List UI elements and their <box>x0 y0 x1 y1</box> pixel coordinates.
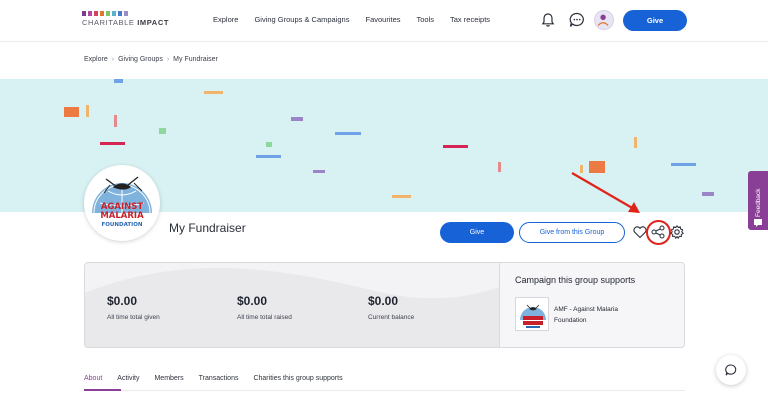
logo-text-malaria: MALARIA <box>100 211 144 221</box>
page-title: My Fundraiser <box>169 221 246 235</box>
banner-confetti <box>114 115 117 127</box>
tabs-divider <box>84 390 685 391</box>
chat-bubble-icon <box>725 364 737 376</box>
logo-color-bar <box>94 11 98 16</box>
logo-color-bar <box>88 11 92 16</box>
logo-color-bar <box>100 11 104 16</box>
banner-confetti <box>86 105 89 117</box>
give-button[interactable]: Give <box>440 222 514 243</box>
feedback-icon <box>754 219 762 227</box>
campaign-panel: Campaign this group supports AMF - Again… <box>499 263 684 347</box>
stat-total-raised-value: $0.00 <box>237 294 268 308</box>
banner-confetti <box>498 162 501 172</box>
active-tab-indicator <box>84 389 121 391</box>
stat-total-given-value: $0.00 <box>107 294 138 308</box>
tab-about[interactable]: About <box>84 375 102 382</box>
feedback-tab[interactable]: Feedback <box>748 171 768 230</box>
help-chat-button[interactable] <box>716 355 746 385</box>
banner-confetti <box>266 142 272 147</box>
chevron-right-icon: › <box>111 56 115 63</box>
stat-current-balance-label: Current balance <box>368 314 415 321</box>
tab-members[interactable]: Members <box>154 375 183 382</box>
header-give-button[interactable]: Give <box>623 10 687 31</box>
against-malaria-logo: AGAINST MALARIA FOUNDATION <box>92 176 152 228</box>
campaign-heading: Campaign this group supports <box>515 275 636 285</box>
group-tabs: About Activity Members Transactions Char… <box>84 375 358 382</box>
avatar-person-icon <box>597 14 609 26</box>
banner-confetti <box>100 142 125 145</box>
campaign-logo[interactable] <box>515 297 549 331</box>
chat-icon[interactable] <box>568 11 586 29</box>
stat-total-raised-label: All time total raised <box>237 314 292 321</box>
banner-confetti <box>204 91 223 94</box>
nav-explore[interactable]: Explore <box>213 15 238 24</box>
logo-word-charitable: CHARITABLE <box>82 18 135 27</box>
banner-confetti <box>671 163 696 166</box>
breadcrumb-explore[interactable]: Explore <box>84 56 108 63</box>
banner-confetti <box>702 192 714 196</box>
logo-color-bar <box>106 11 110 16</box>
banner-confetti <box>313 170 325 173</box>
logo-text-foundation: FOUNDATION <box>102 222 143 228</box>
nav-tax-receipts[interactable]: Tax receipts <box>450 15 490 24</box>
breadcrumb: Explore › Giving Groups › My Fundraiser <box>84 56 218 63</box>
user-avatar[interactable] <box>594 10 614 30</box>
feedback-label: Feedback <box>755 188 762 217</box>
against-malaria-logo <box>520 304 546 328</box>
give-from-group-button[interactable]: Give from this Group <box>519 222 625 243</box>
campaign-name-link[interactable]: AMF - Against Malaria Foundation <box>554 304 644 326</box>
banner-confetti <box>443 145 468 148</box>
annotation-arrow-icon <box>571 172 640 213</box>
logo-color-bars <box>82 11 169 16</box>
main-nav: Explore Giving Groups & Campaigns Favour… <box>213 15 506 24</box>
nav-giving-groups-campaigns[interactable]: Giving Groups & Campaigns <box>254 15 349 24</box>
top-header: CHARITABLE IMPACT Explore Giving Groups … <box>0 0 768 42</box>
banner-confetti <box>392 195 411 198</box>
logo-color-bar <box>118 11 122 16</box>
banner-confetti <box>114 79 123 83</box>
bell-icon[interactable] <box>539 11 557 29</box>
nav-tools[interactable]: Tools <box>417 15 435 24</box>
stats-wave-decoration <box>85 263 499 299</box>
stats-card: $0.00 All time total given $0.00 All tim… <box>84 262 685 348</box>
stat-current-balance-value: $0.00 <box>368 294 399 308</box>
chevron-right-icon: › <box>166 56 170 63</box>
breadcrumb-giving-groups[interactable]: Giving Groups <box>118 56 163 63</box>
tab-charities[interactable]: Charities this group supports <box>253 375 342 382</box>
banner-confetti <box>335 132 361 135</box>
tab-transactions[interactable]: Transactions <box>199 375 239 382</box>
logo-word-impact: IMPACT <box>137 18 170 27</box>
logo-color-bar <box>112 11 116 16</box>
banner-confetti <box>159 128 166 134</box>
logo-color-bar <box>124 11 128 16</box>
organization-logo: AGAINST MALARIA FOUNDATION <box>84 165 160 241</box>
banner-confetti <box>291 117 303 121</box>
tab-activity[interactable]: Activity <box>117 375 139 382</box>
banner-confetti <box>634 137 637 148</box>
settings-icon[interactable] <box>669 224 685 240</box>
banner-confetti <box>64 107 79 117</box>
breadcrumb-current: My Fundraiser <box>173 56 218 63</box>
nav-favourites[interactable]: Favourites <box>365 15 400 24</box>
charitable-impact-logo[interactable]: CHARITABLE IMPACT <box>82 11 169 27</box>
banner-confetti <box>256 155 281 158</box>
stat-total-given-label: All time total given <box>107 314 160 321</box>
logo-color-bar <box>82 11 86 16</box>
